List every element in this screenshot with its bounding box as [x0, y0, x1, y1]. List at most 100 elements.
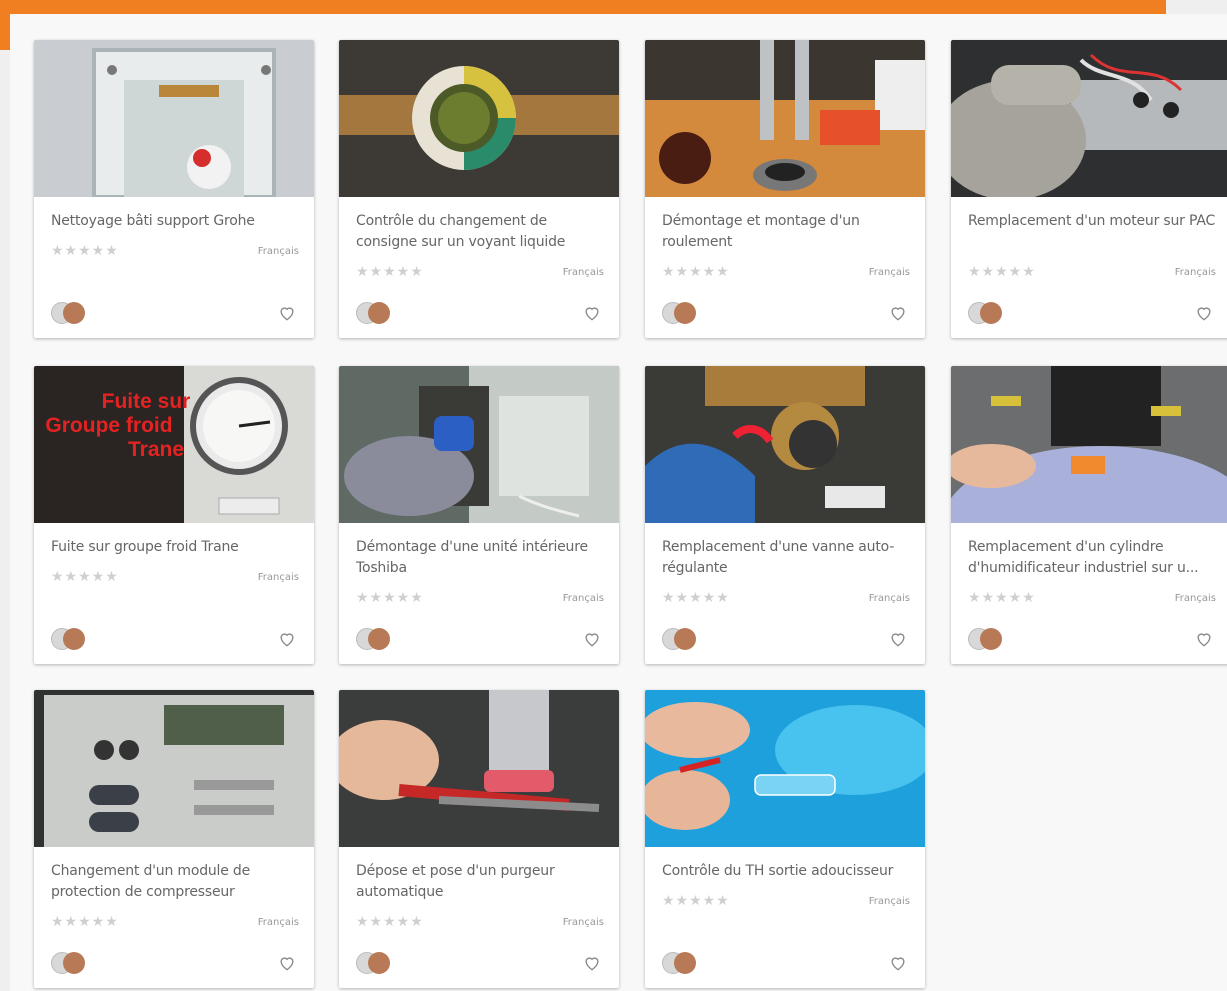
card-footer [968, 628, 1214, 650]
card-meta: ★★★★★ Français [356, 590, 604, 608]
top-accent-bar [0, 0, 1166, 14]
language-label: Français [868, 267, 910, 278]
card-footer [356, 302, 602, 324]
card-title[interactable]: Remplacement d'un moteur sur PAC [968, 211, 1218, 232]
language-label: Français [868, 896, 910, 907]
avatar[interactable] [674, 952, 696, 974]
card-title[interactable]: Dépose et pose d'un purgeur automatique [356, 861, 606, 903]
avatar[interactable] [63, 952, 85, 974]
card-title[interactable]: Contrôle du TH sortie adoucisseur [662, 861, 912, 882]
language-label: Français [1174, 267, 1216, 278]
language-label: Français [562, 917, 604, 928]
card-footer [51, 628, 297, 650]
left-accent-bar [0, 0, 10, 50]
avatar[interactable] [980, 302, 1002, 324]
card-thumbnail[interactable]: Fuite sur Groupe froid Trane [34, 366, 314, 523]
rating-stars[interactable]: ★★★★★ [968, 264, 1036, 280]
tutorial-card[interactable]: Remplacement d'un moteur sur PAC ★★★★★ F… [951, 40, 1227, 338]
language-label: Français [868, 593, 910, 604]
language-label: Français [257, 917, 299, 928]
card-footer [356, 952, 602, 974]
card-title[interactable]: Démontage et montage d'un roulement [662, 211, 912, 253]
avatar[interactable] [674, 628, 696, 650]
tutorial-card[interactable]: Démontage et montage d'un roulement ★★★★… [645, 40, 925, 338]
tutorial-card[interactable]: Contrôle du changement de consigne sur u… [339, 40, 619, 338]
card-footer [51, 302, 297, 324]
card-footer [662, 952, 908, 974]
card-meta: ★★★★★ Français [662, 590, 910, 608]
card-thumbnail[interactable] [645, 690, 925, 847]
card-title[interactable]: Contrôle du changement de consigne sur u… [356, 211, 606, 253]
card-thumbnail[interactable] [951, 366, 1227, 523]
heart-icon[interactable] [582, 303, 602, 323]
heart-icon[interactable] [888, 953, 908, 973]
card-thumbnail[interactable] [34, 690, 314, 847]
card-thumbnail[interactable] [339, 690, 619, 847]
card-thumbnail[interactable] [645, 366, 925, 523]
card-footer [356, 628, 602, 650]
card-meta: ★★★★★ Français [968, 264, 1216, 282]
rating-stars[interactable]: ★★★★★ [51, 243, 119, 259]
card-footer [662, 628, 908, 650]
rating-stars[interactable]: ★★★★★ [662, 893, 730, 909]
rating-stars[interactable]: ★★★★★ [356, 914, 424, 930]
card-title[interactable]: Remplacement d'un cylindre d'humidificat… [968, 537, 1218, 579]
rating-stars[interactable]: ★★★★★ [356, 590, 424, 606]
card-meta: ★★★★★ Français [968, 590, 1216, 608]
card-thumbnail[interactable] [951, 40, 1227, 197]
tutorial-card[interactable]: Contrôle du TH sortie adoucisseur ★★★★★ … [645, 690, 925, 988]
rating-stars[interactable]: ★★★★★ [51, 914, 119, 930]
heart-icon[interactable] [1194, 303, 1214, 323]
tutorial-card[interactable]: Dépose et pose d'un purgeur automatique … [339, 690, 619, 988]
card-title[interactable]: Changement d'un module de protection de … [51, 861, 301, 903]
tutorial-card[interactable]: Démontage d'une unité intérieure Toshiba… [339, 366, 619, 664]
overlay-line-1: Fuite sur [102, 390, 191, 413]
avatar[interactable] [63, 628, 85, 650]
avatar[interactable] [368, 952, 390, 974]
rating-stars[interactable]: ★★★★★ [356, 264, 424, 280]
card-title[interactable]: Nettoyage bâti support Grohe [51, 211, 301, 232]
overlay-line-3: Trane [128, 438, 184, 461]
card-meta: ★★★★★ Français [356, 264, 604, 282]
tutorial-card[interactable]: Changement d'un module de protection de … [34, 690, 314, 988]
heart-icon[interactable] [1194, 629, 1214, 649]
heart-icon[interactable] [277, 953, 297, 973]
card-thumbnail[interactable] [34, 40, 314, 197]
avatar[interactable] [368, 302, 390, 324]
language-label: Français [1174, 593, 1216, 604]
card-footer [51, 952, 297, 974]
heart-icon[interactable] [888, 629, 908, 649]
card-title[interactable]: Démontage d'une unité intérieure Toshiba [356, 537, 606, 579]
heart-icon[interactable] [582, 629, 602, 649]
tutorial-card[interactable]: Remplacement d'un cylindre d'humidificat… [951, 366, 1227, 664]
heart-icon[interactable] [582, 953, 602, 973]
tutorial-card[interactable]: Remplacement d'une vanne auto-régulante … [645, 366, 925, 664]
card-meta: ★★★★★ Français [662, 264, 910, 282]
avatar[interactable] [674, 302, 696, 324]
card-thumbnail[interactable] [339, 40, 619, 197]
language-label: Français [257, 246, 299, 257]
heart-icon[interactable] [277, 303, 297, 323]
rating-stars[interactable]: ★★★★★ [51, 569, 119, 585]
heart-icon[interactable] [277, 629, 297, 649]
rating-stars[interactable]: ★★★★★ [968, 590, 1036, 606]
tutorial-card[interactable]: Fuite sur Groupe froid Trane Fuite sur g… [34, 366, 314, 664]
card-meta: ★★★★★ Français [356, 914, 604, 932]
heart-icon[interactable] [888, 303, 908, 323]
language-label: Français [257, 572, 299, 583]
card-title[interactable]: Fuite sur groupe froid Trane [51, 537, 301, 558]
avatar[interactable] [63, 302, 85, 324]
language-label: Français [562, 593, 604, 604]
rating-stars[interactable]: ★★★★★ [662, 590, 730, 606]
card-footer [662, 302, 908, 324]
rating-stars[interactable]: ★★★★★ [662, 264, 730, 280]
card-title[interactable]: Remplacement d'une vanne auto-régulante [662, 537, 912, 579]
card-meta: ★★★★★ Français [51, 569, 299, 587]
tutorial-card[interactable]: Nettoyage bâti support Grohe ★★★★★ Franç… [34, 40, 314, 338]
card-thumbnail[interactable] [339, 366, 619, 523]
avatar[interactable] [368, 628, 390, 650]
card-thumbnail[interactable] [645, 40, 925, 197]
avatar[interactable] [980, 628, 1002, 650]
card-meta: ★★★★★ Français [51, 914, 299, 932]
language-label: Français [562, 267, 604, 278]
